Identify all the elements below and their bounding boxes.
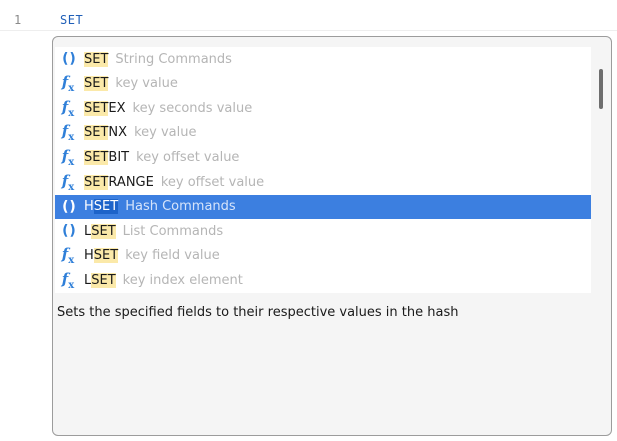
suggestion-hint: key offset value: [160, 174, 265, 190]
suggestion-item[interactable]: fx SETEX key seconds value: [55, 96, 591, 120]
group-icon: ( ): [62, 198, 76, 215]
suggestion-name: HSET: [84, 199, 119, 215]
suggestion-hint: Hash Commands: [125, 199, 236, 215]
function-icon: fx: [61, 146, 75, 168]
suggestion-name: SET: [84, 76, 109, 92]
suggestion-item[interactable]: ( ) SET String Commands: [55, 47, 591, 71]
suggestion-hint: key value: [134, 125, 197, 141]
suggestion-name: LSET: [84, 223, 116, 239]
suggestion-name: HSET: [84, 248, 119, 264]
suggestion-item[interactable]: ( ) HSET Hash Commands: [55, 194, 591, 219]
function-icon: fx: [61, 245, 75, 267]
suggestion-list[interactable]: ( ) SET String Commands fx SET key value fx SET…: [55, 47, 591, 293]
suggestion-item[interactable]: ( ) LSET List Commands: [55, 219, 591, 243]
suggestion-hint: List Commands: [122, 223, 224, 239]
suggestion-item[interactable]: fx SETNX key value: [55, 121, 591, 145]
editor-line[interactable]: 1 SET: [0, 0, 617, 31]
suggestion-item[interactable]: fx SET key value: [55, 72, 591, 96]
suggestion-name: SETRANGE: [84, 174, 154, 190]
group-icon: ( ): [62, 51, 76, 67]
autocomplete-popup[interactable]: ( ) SET String Commands fx SET key value fx SET…: [52, 36, 612, 436]
suggestion-name: LSET: [84, 272, 116, 288]
suggestion-item[interactable]: fx SETBIT key offset value: [55, 145, 591, 169]
function-icon: fx: [61, 97, 75, 119]
suggestion-hint: key value: [115, 76, 178, 92]
suggestion-description: Sets the specified fields to their respe…: [57, 305, 459, 320]
function-icon: fx: [61, 73, 75, 95]
suggestion-item[interactable]: fx LSET key index element: [55, 268, 591, 292]
group-icon: ( ): [62, 223, 76, 240]
code-text[interactable]: SET: [60, 13, 83, 27]
suggestion-hint: key field value: [125, 248, 220, 264]
suggestion-name: SETBIT: [84, 149, 130, 165]
suggestion-item[interactable]: fx SETRANGE key offset value: [55, 170, 591, 194]
function-icon: fx: [61, 171, 75, 193]
function-icon: fx: [61, 269, 75, 291]
suggestion-hint: key index element: [122, 272, 243, 288]
suggestion-name: SETEX: [84, 100, 126, 116]
suggestion-hint: key offset value: [136, 149, 240, 165]
suggestion-item[interactable]: fx HSET key field value: [55, 244, 591, 268]
suggestion-name: SET: [84, 51, 109, 67]
suggestion-hint: key seconds value: [132, 100, 253, 116]
suggestion-name: SETNX: [84, 125, 128, 141]
line-number: 1: [14, 13, 22, 27]
scrollbar-thumb[interactable]: [599, 69, 603, 109]
function-icon: fx: [61, 122, 75, 144]
suggestion-hint: String Commands: [115, 51, 232, 67]
